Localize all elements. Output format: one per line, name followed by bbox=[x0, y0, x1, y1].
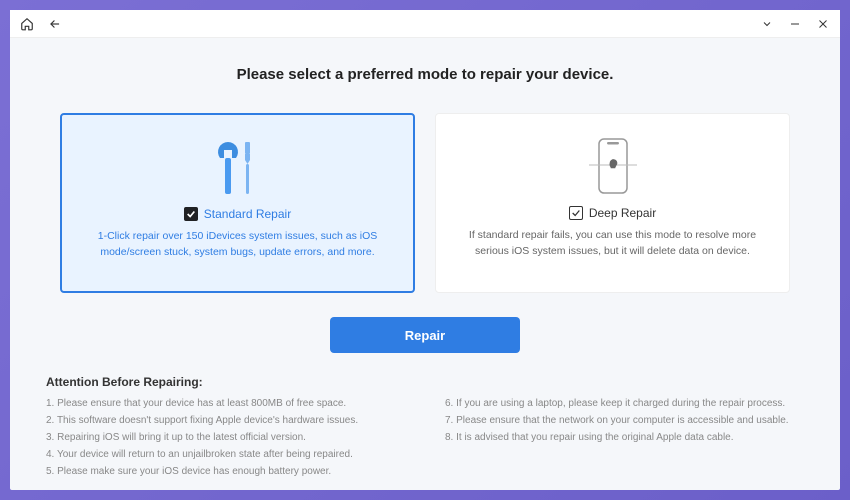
minimize-icon[interactable] bbox=[788, 17, 802, 31]
deep-repair-card[interactable]: Deep Repair If standard repair fails, yo… bbox=[435, 113, 790, 293]
app-window: Please select a preferred mode to repair… bbox=[10, 10, 840, 490]
list-item: 2. This software doesn't support fixing … bbox=[46, 412, 405, 429]
phone-icon bbox=[583, 132, 643, 204]
list-item: 3. Repairing iOS will bring it up to the… bbox=[46, 429, 405, 446]
attention-list: 1. Please ensure that your device has at… bbox=[46, 395, 804, 480]
standard-repair-card[interactable]: Standard Repair 1-Click repair over 150 … bbox=[60, 113, 415, 293]
list-item: 1. Please ensure that your device has at… bbox=[46, 395, 405, 412]
checkbox-outline-icon bbox=[569, 206, 583, 220]
dropdown-icon[interactable] bbox=[760, 17, 774, 31]
list-item: 6. If you are using a laptop, please kee… bbox=[445, 395, 804, 412]
attention-heading: Attention Before Repairing: bbox=[46, 375, 804, 389]
standard-repair-desc: 1-Click repair over 150 iDevices system … bbox=[88, 229, 388, 261]
deep-repair-desc: If standard repair fails, you can use th… bbox=[463, 228, 763, 260]
page-title: Please select a preferred mode to repair… bbox=[46, 66, 804, 83]
main-content: Please select a preferred mode to repair… bbox=[10, 38, 840, 490]
mode-cards: Standard Repair 1-Click repair over 150 … bbox=[46, 113, 804, 293]
list-item: 5. Please make sure your iOS device has … bbox=[46, 463, 405, 480]
titlebar bbox=[10, 10, 840, 38]
list-item: 7. Please ensure that the network on you… bbox=[445, 412, 804, 429]
repair-button[interactable]: Repair bbox=[330, 317, 520, 353]
standard-repair-title: Standard Repair bbox=[204, 207, 291, 221]
list-item: 8. It is advised that you repair using t… bbox=[445, 429, 804, 446]
list-item: 4. Your device will return to an unjailb… bbox=[46, 446, 405, 463]
back-icon[interactable] bbox=[48, 17, 62, 31]
checkbox-checked-icon bbox=[184, 207, 198, 221]
home-icon[interactable] bbox=[20, 17, 34, 31]
deep-repair-title: Deep Repair bbox=[589, 206, 656, 220]
tools-icon bbox=[210, 133, 266, 205]
close-icon[interactable] bbox=[816, 17, 830, 31]
